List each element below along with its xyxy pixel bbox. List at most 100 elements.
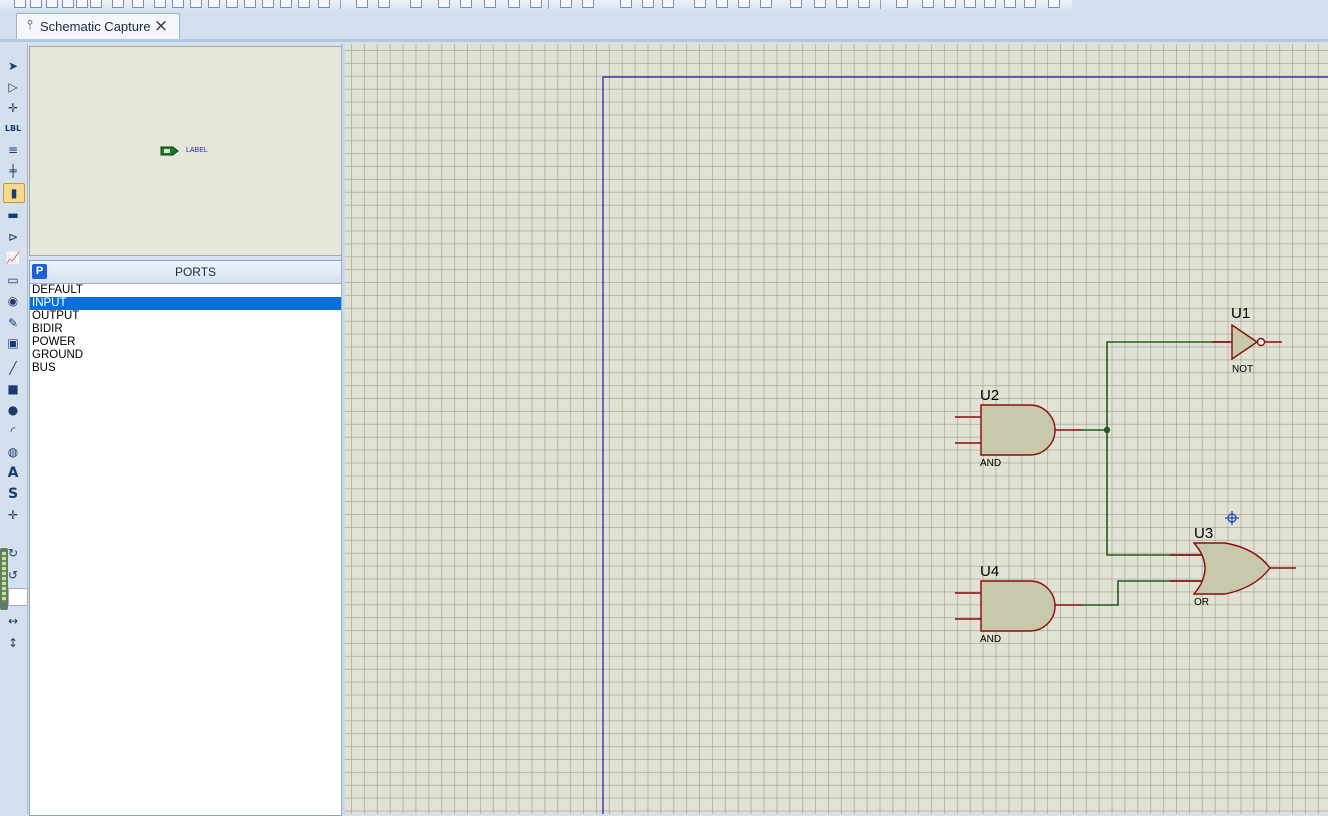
toolbar-button[interactable] — [208, 0, 220, 8]
2d-arc-icon[interactable]: ◜ — [3, 422, 23, 440]
wire-u2-to-u3 — [1106, 430, 1205, 556]
toolbar-button[interactable] — [14, 0, 26, 8]
toolbar-button[interactable] — [154, 0, 166, 8]
toolbar-button[interactable] — [836, 0, 848, 8]
toolbar-button[interactable] — [738, 0, 750, 8]
toolbar-button[interactable] — [226, 0, 238, 8]
ports-panel: P PORTS DEFAULT INPUT OUTPUT BIDIR POWER GROU… — [29, 260, 342, 816]
rotate-clockwise-icon[interactable]: ↻ — [3, 544, 23, 562]
terminals-icon[interactable]: ▬ — [3, 206, 23, 224]
2d-marker-icon[interactable]: ✛ — [3, 506, 23, 524]
toolbar-button[interactable] — [262, 0, 274, 8]
u1-ref: U1 — [1231, 305, 1250, 322]
rotation-angle-field[interactable] — [8, 588, 28, 606]
toolbar-button[interactable] — [858, 0, 870, 8]
component-mode-icon[interactable]: ▷ — [3, 78, 23, 96]
x-mirror-icon[interactable]: ↔ — [3, 612, 23, 630]
toolbar-button[interactable] — [298, 0, 310, 8]
toolbar-button[interactable] — [814, 0, 826, 8]
toolbar-button[interactable] — [964, 0, 976, 8]
toolbar-button[interactable] — [620, 0, 632, 8]
2d-line-icon[interactable]: ╱ — [3, 359, 23, 377]
2d-path-icon[interactable]: ◍ — [3, 443, 23, 461]
close-icon[interactable]: × — [152, 16, 170, 36]
generator-icon[interactable]: ◉ — [3, 292, 23, 310]
junction-dot — [1103, 426, 1111, 434]
toolbar-button[interactable] — [716, 0, 728, 8]
schematic-sheet: U1 NOT U2 AND U4 AND U3 OR — [602, 76, 1328, 814]
voltage-probe-icon[interactable]: ✎ — [3, 314, 23, 332]
port-item-output[interactable]: OUTPUT — [30, 310, 341, 323]
text-script-icon[interactable]: ≡ — [3, 141, 23, 159]
junction-dot-icon[interactable]: ✛ — [3, 99, 23, 117]
toolbar-button[interactable] — [356, 0, 368, 8]
toolbar-button[interactable] — [530, 0, 542, 8]
toolbar-button[interactable] — [90, 0, 102, 8]
subcircuit-icon[interactable]: ▮ — [3, 183, 25, 203]
gate-u2-and — [955, 404, 1082, 456]
graph-mode-icon[interactable]: 📈 — [3, 249, 23, 267]
wire-label-icon[interactable]: LBL — [3, 120, 23, 138]
toolbar-separator — [548, 0, 549, 9]
2d-symbol-icon[interactable]: S — [3, 485, 23, 503]
gate-u3-or — [1170, 542, 1296, 595]
toolbar-button[interactable] — [694, 0, 706, 8]
toolbar-button[interactable] — [922, 0, 934, 8]
y-mirror-icon[interactable]: ↕ — [3, 634, 23, 652]
toolbar-button[interactable] — [172, 0, 184, 8]
toolbar-button[interactable] — [244, 0, 256, 8]
schematic-canvas[interactable]: U1 NOT U2 AND U4 AND U3 OR — [345, 44, 1328, 814]
toolbar-button[interactable] — [190, 0, 202, 8]
toolbar-button[interactable] — [280, 0, 292, 8]
port-item-power[interactable]: POWER — [30, 336, 341, 349]
port-item-ground[interactable]: GROUND — [30, 349, 341, 362]
toolbar-separator — [880, 0, 881, 9]
2d-box-icon[interactable]: ■ — [3, 380, 23, 398]
toolbar-button[interactable] — [896, 0, 908, 8]
toolbar-button[interactable] — [944, 0, 956, 8]
wire-u2-to-u1 — [1106, 341, 1230, 430]
toolbar-button[interactable] — [112, 0, 124, 8]
toolbar-button[interactable] — [508, 0, 520, 8]
toolbar-button[interactable] — [760, 0, 772, 8]
toolbar-button[interactable] — [46, 0, 58, 8]
rotate-anticlockwise-icon[interactable]: ↺ — [3, 566, 23, 584]
toolbar-button[interactable] — [1024, 0, 1036, 8]
toolbar-button[interactable] — [410, 0, 422, 8]
u3-ref: U3 — [1194, 525, 1213, 542]
toolbar-button[interactable] — [76, 0, 88, 8]
toolbar-button[interactable] — [132, 0, 144, 8]
port-item-default[interactable]: DEFAULT — [30, 284, 341, 297]
selection-mode-icon[interactable]: ➤ — [3, 57, 23, 75]
toolbar-separator — [340, 0, 341, 9]
toolbar-button[interactable] — [484, 0, 496, 8]
toolbar-button[interactable] — [642, 0, 654, 8]
buses-icon[interactable]: ╪ — [3, 162, 23, 180]
port-item-bus[interactable]: BUS — [30, 362, 341, 375]
toolbar-button[interactable] — [378, 0, 390, 8]
toolbar-button[interactable] — [582, 0, 594, 8]
2d-text-icon[interactable]: A — [3, 464, 23, 482]
toolbar-button[interactable] — [30, 0, 42, 8]
port-item-input[interactable]: INPUT — [30, 297, 341, 310]
toolbar-button[interactable] — [438, 0, 450, 8]
toolbar-button[interactable] — [460, 0, 472, 8]
tab-schematic-capture[interactable]: ⫯ Schematic Capture × — [16, 13, 180, 40]
toolbar-button[interactable] — [1048, 0, 1060, 8]
toolbar-button[interactable] — [984, 0, 996, 8]
2d-circle-icon[interactable]: ● — [3, 401, 23, 419]
toolbar-button[interactable] — [560, 0, 572, 8]
preview-label: LABEL — [186, 147, 208, 154]
device-pins-icon[interactable]: ⊳ — [3, 228, 23, 246]
toolbar-button[interactable] — [62, 0, 74, 8]
toolbar-button[interactable] — [790, 0, 802, 8]
ports-list: DEFAULT INPUT OUTPUT BIDIR POWER GROUND BUS — [30, 284, 341, 375]
virtual-instruments-icon[interactable]: ▣ — [3, 334, 23, 352]
toolbar-button[interactable] — [1004, 0, 1016, 8]
tape-recorder-icon[interactable]: ▭ — [3, 271, 23, 289]
toolbar-button[interactable] — [318, 0, 330, 8]
u4-type: AND — [980, 634, 1001, 645]
toolbar-button[interactable] — [662, 0, 674, 8]
port-item-bidir[interactable]: BIDIR — [30, 323, 341, 336]
overview-window[interactable]: LABEL — [29, 46, 342, 256]
